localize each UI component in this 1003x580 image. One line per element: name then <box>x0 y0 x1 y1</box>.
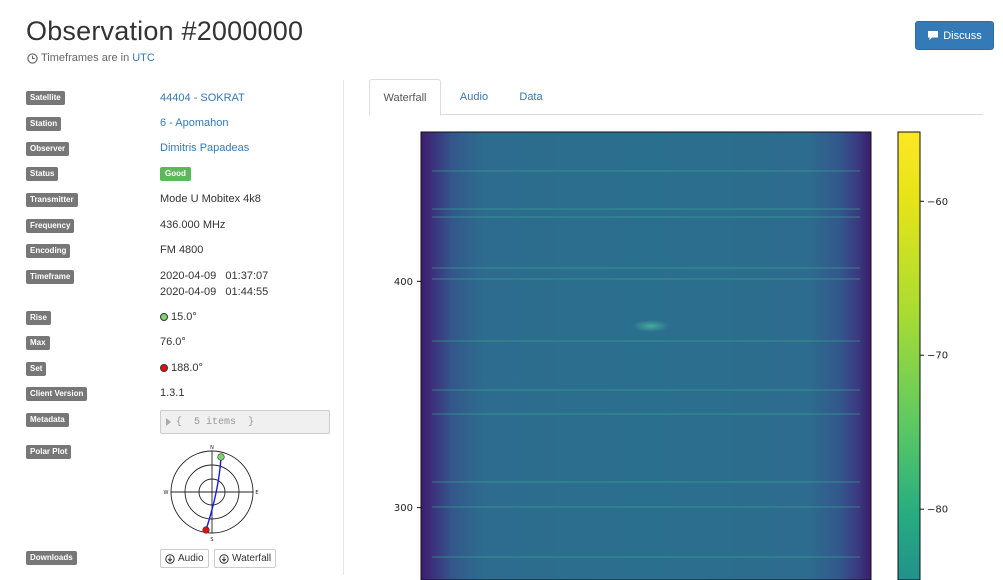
download-waterfall-button[interactable]: Waterfall <box>214 549 277 568</box>
clock-icon <box>27 52 38 64</box>
polar-n-label: N <box>210 445 214 451</box>
station-label: Station <box>26 117 62 131</box>
rise-label: Rise <box>26 311 51 325</box>
encoding-label: Encoding <box>26 244 71 258</box>
utc-link[interactable]: UTC <box>132 52 155 64</box>
y-axis: 400 300 <box>394 277 421 514</box>
downloads-label: Downloads <box>26 551 77 565</box>
tab-audio[interactable]: Audio <box>447 79 501 115</box>
polar-plot: N E S W <box>164 445 259 543</box>
tab-waterfall[interactable]: Waterfall <box>369 79 441 116</box>
set-value-text: 188.0° <box>171 362 203 374</box>
timeframe-start: 2020-04-09 01:37:07 <box>160 270 269 282</box>
satellite-label: Satellite <box>26 91 65 105</box>
caret-right-icon[interactable] <box>165 418 172 426</box>
download-icon <box>219 553 229 564</box>
polar-s-label: S <box>210 537 213 543</box>
transmitter-label: Transmitter <box>26 193 78 207</box>
colorbar-tick-label: −60 <box>927 197 948 208</box>
satellite-link[interactable]: 44404 - SOKRAT <box>160 91 245 105</box>
download-icon <box>165 553 175 564</box>
page-title: Observation #2000000 <box>26 16 304 46</box>
polar-e-label: E <box>255 490 258 496</box>
rise-value: 15.0° <box>160 310 197 324</box>
transmitter-value: Mode U Mobitex 4k8 <box>160 193 261 205</box>
y-axis-tick-label: 400 <box>394 277 413 288</box>
tab-data[interactable]: Data <box>505 79 557 115</box>
comment-icon <box>928 31 939 40</box>
max-value: 76.0° <box>160 336 186 348</box>
observer-label: Observer <box>26 142 70 156</box>
download-audio-label: Audio <box>178 553 204 564</box>
colorbar-tick-label: −70 <box>927 351 948 362</box>
status-badge: Good <box>160 167 191 181</box>
download-audio-button[interactable]: Audio <box>160 549 209 568</box>
discuss-button[interactable]: Discuss <box>915 21 994 50</box>
download-waterfall-label: Waterfall <box>232 553 272 564</box>
set-label: Set <box>26 362 47 376</box>
colorbar-axis: −60 −70 −80 <box>920 197 948 516</box>
colorbar-tick-label: −80 <box>927 505 948 516</box>
status-label: Status <box>26 167 59 181</box>
timeframe-end: 2020-04-09 01:44:55 <box>160 286 269 298</box>
metadata-label: Metadata <box>26 413 69 427</box>
polar-w-label: W <box>164 490 169 496</box>
metadata-viewer[interactable]: { 5 items } <box>160 410 330 434</box>
observation-tabs: Waterfall Audio Data <box>369 79 983 116</box>
waterfall-image <box>421 132 871 580</box>
discuss-label: Discuss <box>943 29 982 42</box>
client-version-value: 1.3.1 <box>160 387 185 399</box>
rise-dot-icon <box>160 313 168 321</box>
encoding-value: FM 4800 <box>160 244 204 256</box>
client-version-label: Client Version <box>26 387 88 401</box>
timeframe-note: Timeframes are in UTC <box>27 52 155 64</box>
frequency-label: Frequency <box>26 219 75 233</box>
polar-plot-label: Polar Plot <box>26 445 72 459</box>
signal-blob <box>633 320 669 332</box>
colorbar <box>897 131 921 580</box>
max-label: Max <box>26 336 50 350</box>
rise-marker <box>217 453 225 461</box>
y-axis-tick-label: 300 <box>394 503 413 514</box>
timeframe-note-text: Timeframes are in <box>41 52 130 64</box>
set-value: 188.0° <box>160 361 203 375</box>
metadata-summary: { 5 items } <box>176 416 255 428</box>
frequency-value: 436.000 MHz <box>160 219 226 231</box>
observer-link[interactable]: Dimitris Papadeas <box>160 141 249 155</box>
waterfall-plot: 400 300 −60 −70 −80 <box>394 131 948 580</box>
set-dot-icon <box>160 364 168 372</box>
station-link[interactable]: 6 - Apomahon <box>160 116 229 130</box>
timeframe-label: Timeframe <box>26 270 75 284</box>
set-marker <box>202 526 210 534</box>
column-divider <box>343 80 344 575</box>
rise-value-text: 15.0° <box>171 311 197 323</box>
